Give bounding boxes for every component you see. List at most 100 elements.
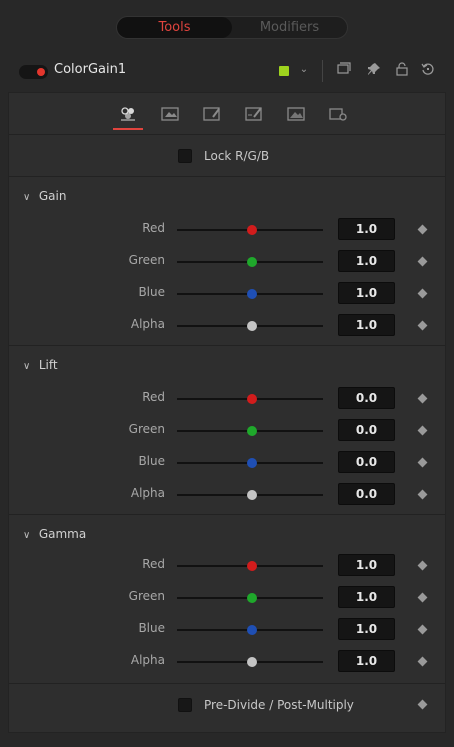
tools-modifiers-toggle: Tools Modifiers <box>116 16 348 39</box>
section-title: Gain <box>38 189 67 203</box>
row-label: Green <box>128 589 165 603</box>
pin-icon[interactable] <box>366 62 382 80</box>
chevron-down-icon: ∨ <box>23 530 31 541</box>
value-field[interactable]: 1.0 <box>338 618 395 640</box>
gamma-red-row: Red 1.0 <box>9 550 445 582</box>
window-icon[interactable] <box>336 62 352 79</box>
lock-icon[interactable] <box>394 62 410 80</box>
section-title: Lift <box>38 358 58 372</box>
value-field[interactable]: 1.0 <box>338 314 395 336</box>
keyframe-icon[interactable] <box>417 699 428 710</box>
node-color-swatch[interactable] <box>279 66 289 76</box>
keyframe-icon[interactable] <box>417 224 428 235</box>
row-label: Blue <box>138 621 165 635</box>
tab-tools[interactable]: Tools <box>117 17 232 38</box>
keyframe-icon[interactable] <box>417 320 428 331</box>
keyframe-icon[interactable] <box>417 624 428 635</box>
tab-modifiers[interactable]: Modifiers <box>232 17 347 38</box>
value-field[interactable]: 1.0 <box>338 218 395 240</box>
gamma-section-header[interactable]: ∨ Gamma <box>23 527 86 541</box>
predivide-label: Pre-Divide / Post-Multiply <box>204 698 354 712</box>
keyframe-icon[interactable] <box>417 256 428 267</box>
active-tab-underline <box>113 128 143 130</box>
header-divider <box>322 60 323 82</box>
slider-knob[interactable] <box>247 625 257 635</box>
gain-section-header[interactable]: ∨ Gain <box>23 189 66 203</box>
controls-icon[interactable] <box>113 105 143 130</box>
gamma-section: ∨ Gamma Red 1.0 Green 1.0 Blue 1.0 Alpha <box>9 516 445 684</box>
image-icon[interactable] <box>159 105 181 123</box>
mask-edit-icon[interactable] <box>243 105 265 123</box>
row-label: Red <box>142 390 165 404</box>
value-field[interactable]: 0.0 <box>338 387 395 409</box>
keyframe-icon[interactable] <box>417 592 428 603</box>
lift-green-row: Green 0.0 <box>9 415 445 447</box>
slider-knob[interactable] <box>247 561 257 571</box>
lift-section: ∨ Lift Red 0.0 Green 0.0 Blue 0.0 Alpha <box>9 347 445 515</box>
slider-knob[interactable] <box>247 458 257 468</box>
row-label: Red <box>142 221 165 235</box>
lock-rgb-checkbox[interactable] <box>178 149 192 163</box>
row-label: Blue <box>138 285 165 299</box>
chevron-down-icon: ∨ <box>23 361 31 372</box>
gain-alpha-row: Alpha 1.0 <box>9 310 445 342</box>
slider-knob[interactable] <box>247 490 257 500</box>
keyframe-icon[interactable] <box>417 656 428 667</box>
lift-alpha-row: Alpha 0.0 <box>9 479 445 511</box>
gain-section: ∨ Gain Red 1.0 Green 1.0 Blue 1.0 Alpha <box>9 178 445 346</box>
inspector-panel: Lock R/G/B ∨ Gain Red 1.0 Green 1.0 Blue… <box>8 92 446 733</box>
keyframe-icon[interactable] <box>417 393 428 404</box>
node-header: ColorGain1 ⌄ <box>8 56 446 88</box>
image-output-icon[interactable] <box>285 105 307 123</box>
inspector-tabstrip <box>9 93 445 135</box>
keyframe-icon[interactable] <box>417 425 428 436</box>
slider-knob[interactable] <box>247 426 257 436</box>
value-field[interactable]: 1.0 <box>338 554 395 576</box>
row-label: Red <box>142 557 165 571</box>
lock-rgb-row: Lock R/G/B <box>9 135 445 177</box>
keyframe-icon[interactable] <box>417 560 428 571</box>
gain-blue-row: Blue 1.0 <box>9 278 445 310</box>
mask-icon[interactable] <box>201 105 223 123</box>
predivide-row: Pre-Divide / Post-Multiply <box>9 685 445 725</box>
slider-knob[interactable] <box>247 289 257 299</box>
slider-knob[interactable] <box>247 657 257 667</box>
keyframe-icon[interactable] <box>417 489 428 500</box>
lift-blue-row: Blue 0.0 <box>9 447 445 479</box>
keyframe-icon[interactable] <box>417 288 428 299</box>
value-field[interactable]: 1.0 <box>338 650 395 672</box>
node-enable-toggle[interactable] <box>19 65 48 79</box>
row-label: Alpha <box>130 486 165 500</box>
value-field[interactable]: 1.0 <box>338 250 395 272</box>
value-field[interactable]: 0.0 <box>338 451 395 473</box>
chevron-down-icon[interactable]: ⌄ <box>296 64 312 75</box>
gain-green-row: Green 1.0 <box>9 246 445 278</box>
value-field[interactable]: 1.0 <box>338 586 395 608</box>
lift-section-header[interactable]: ∨ Lift <box>23 358 58 372</box>
reset-icon[interactable] <box>420 62 436 80</box>
row-label: Alpha <box>130 317 165 331</box>
gamma-alpha-row: Alpha 1.0 <box>9 646 445 678</box>
slider-knob[interactable] <box>247 225 257 235</box>
row-label: Blue <box>138 454 165 468</box>
gamma-green-row: Green 1.0 <box>9 582 445 614</box>
predivide-checkbox[interactable] <box>178 698 192 712</box>
node-name: ColorGain1 <box>54 62 127 77</box>
chevron-down-icon: ∨ <box>23 192 31 203</box>
value-field[interactable]: 0.0 <box>338 483 395 505</box>
slider-knob[interactable] <box>247 593 257 603</box>
settings-icon[interactable] <box>327 105 349 123</box>
slider-knob[interactable] <box>247 394 257 404</box>
slider-knob[interactable] <box>247 321 257 331</box>
slider-knob[interactable] <box>247 257 257 267</box>
row-label: Green <box>128 253 165 267</box>
gamma-blue-row: Blue 1.0 <box>9 614 445 646</box>
lift-red-row: Red 0.0 <box>9 383 445 415</box>
gain-red-row: Red 1.0 <box>9 214 445 246</box>
section-title: Gamma <box>38 527 87 541</box>
keyframe-icon[interactable] <box>417 457 428 468</box>
value-field[interactable]: 0.0 <box>338 419 395 441</box>
enable-indicator <box>37 68 45 76</box>
value-field[interactable]: 1.0 <box>338 282 395 304</box>
lock-rgb-label: Lock R/G/B <box>204 149 270 163</box>
